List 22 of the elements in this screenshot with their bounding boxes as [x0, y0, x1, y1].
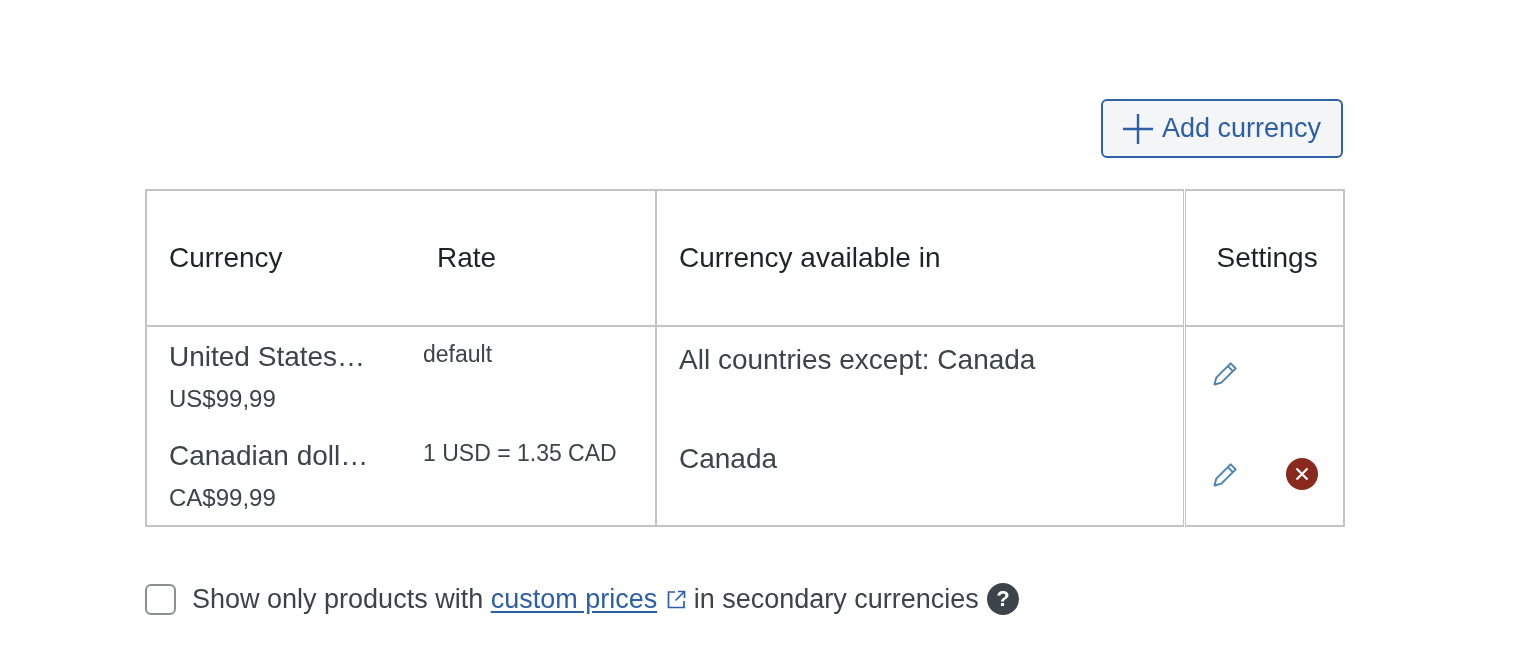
currency-name: Canadian doll… — [169, 439, 369, 473]
add-currency-button[interactable]: Add currency — [1100, 99, 1343, 158]
availability-text: Canada — [679, 442, 778, 476]
column-header: Currency available in — [656, 190, 1184, 326]
rate-text: 1 USD = 1.35 CAD — [423, 439, 617, 468]
pencil-icon[interactable] — [1211, 359, 1240, 387]
custom-prices-link[interactable]: custom prices — [490, 584, 687, 614]
column-header: Currency — [146, 190, 401, 326]
pencil-icon[interactable] — [1211, 460, 1240, 488]
price-text: CA$99,99 — [169, 483, 276, 513]
checkbox[interactable] — [145, 583, 176, 615]
column-header: Rate — [401, 190, 656, 326]
column-header: Settings — [1184, 190, 1344, 326]
price-text: US$99,99 — [169, 384, 276, 414]
filter-label: Show only products with custom prices in secondary currencies — [192, 583, 979, 616]
availability-text: All countries except: Canada — [679, 343, 1036, 377]
x-circle-icon[interactable] — [1285, 458, 1318, 490]
currency-name: United States… — [169, 340, 366, 374]
external-link-icon — [667, 590, 687, 609]
rate-text: default — [423, 340, 493, 369]
help-icon[interactable]: ? — [986, 583, 1019, 616]
plus-icon — [1121, 112, 1154, 145]
